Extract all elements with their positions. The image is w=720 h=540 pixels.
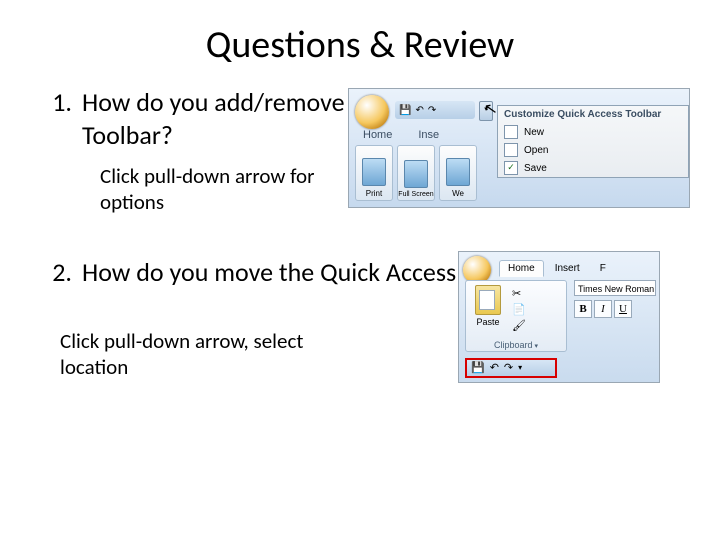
cut-icon: ✂ (512, 287, 526, 300)
page-icon (404, 160, 428, 188)
group-label-clipboard: Clipboard (466, 340, 566, 350)
menu-header: Customize Quick Access Toolbar (498, 106, 688, 123)
undo-icon: ↶ (415, 105, 423, 116)
save-icon: 💾 (399, 105, 411, 116)
format-painter-icon: 🖌 (512, 319, 526, 332)
tab-home: Home (499, 260, 544, 277)
ribbon-tabs: Home Insert F (499, 260, 615, 277)
page-icon (446, 158, 470, 186)
underline-button: U (614, 300, 632, 318)
checkbox-checked-icon (504, 161, 518, 175)
font-style-row: B I U (574, 300, 632, 318)
redo-icon: ↷ (504, 361, 513, 374)
clipboard-group: Paste ✂ 📄 🖌 Clipboard (465, 280, 567, 352)
redo-icon: ↷ (428, 105, 436, 116)
qat-pulldown-icon: ▾ (518, 363, 522, 372)
bold-button: B (574, 300, 592, 318)
screenshot-move-qat: Home Insert F Paste ✂ 📄 🖌 Clipboard Time… (458, 251, 660, 383)
customize-qat-menu: Customize Quick Access Toolbar New Open … (497, 105, 689, 178)
slide-title: Questions & Review (30, 22, 690, 68)
q1-answer: Click pull-down arrow for options (100, 163, 380, 216)
print-layout-button: Print (355, 145, 393, 201)
menu-item-new: New (498, 123, 688, 141)
undo-icon: ↶ (490, 361, 499, 374)
full-screen-button: Full Screen (397, 145, 435, 201)
q1-number: 1. (30, 86, 82, 151)
menu-item-open: Open (498, 141, 688, 159)
clipboard-mini-icons: ✂ 📄 🖌 (512, 287, 526, 332)
tab-insert: Insert (546, 260, 589, 277)
q2-answer: Click pull-down arrow, select location (60, 328, 320, 381)
web-layout-button: We (439, 145, 477, 201)
paste-button: Paste (470, 285, 506, 331)
tab-insert: Inse (410, 127, 447, 143)
checkbox-icon (504, 125, 518, 139)
paste-icon (475, 285, 501, 315)
copy-icon: 📄 (512, 303, 526, 316)
save-icon: 💾 (471, 361, 485, 374)
screenshot-customize-qat: 💾 ↶ ↷ ▾ ↖ Home Inse Print Full Screen We… (348, 88, 690, 208)
tab-f: F (591, 260, 615, 277)
ribbon-tabs: Home Inse (355, 127, 447, 143)
italic-button: I (594, 300, 612, 318)
quick-access-toolbar-below: 💾 ↶ ↷ ▾ (465, 358, 557, 378)
tab-home: Home (355, 127, 400, 143)
font-name-box: Times New Roman (574, 280, 656, 296)
menu-item-save: Save (498, 159, 688, 177)
quick-access-toolbar: 💾 ↶ ↷ (395, 101, 475, 119)
q2-number: 2. (30, 256, 82, 289)
checkbox-icon (504, 143, 518, 157)
office-button-icon (355, 95, 389, 129)
page-icon (362, 158, 386, 186)
